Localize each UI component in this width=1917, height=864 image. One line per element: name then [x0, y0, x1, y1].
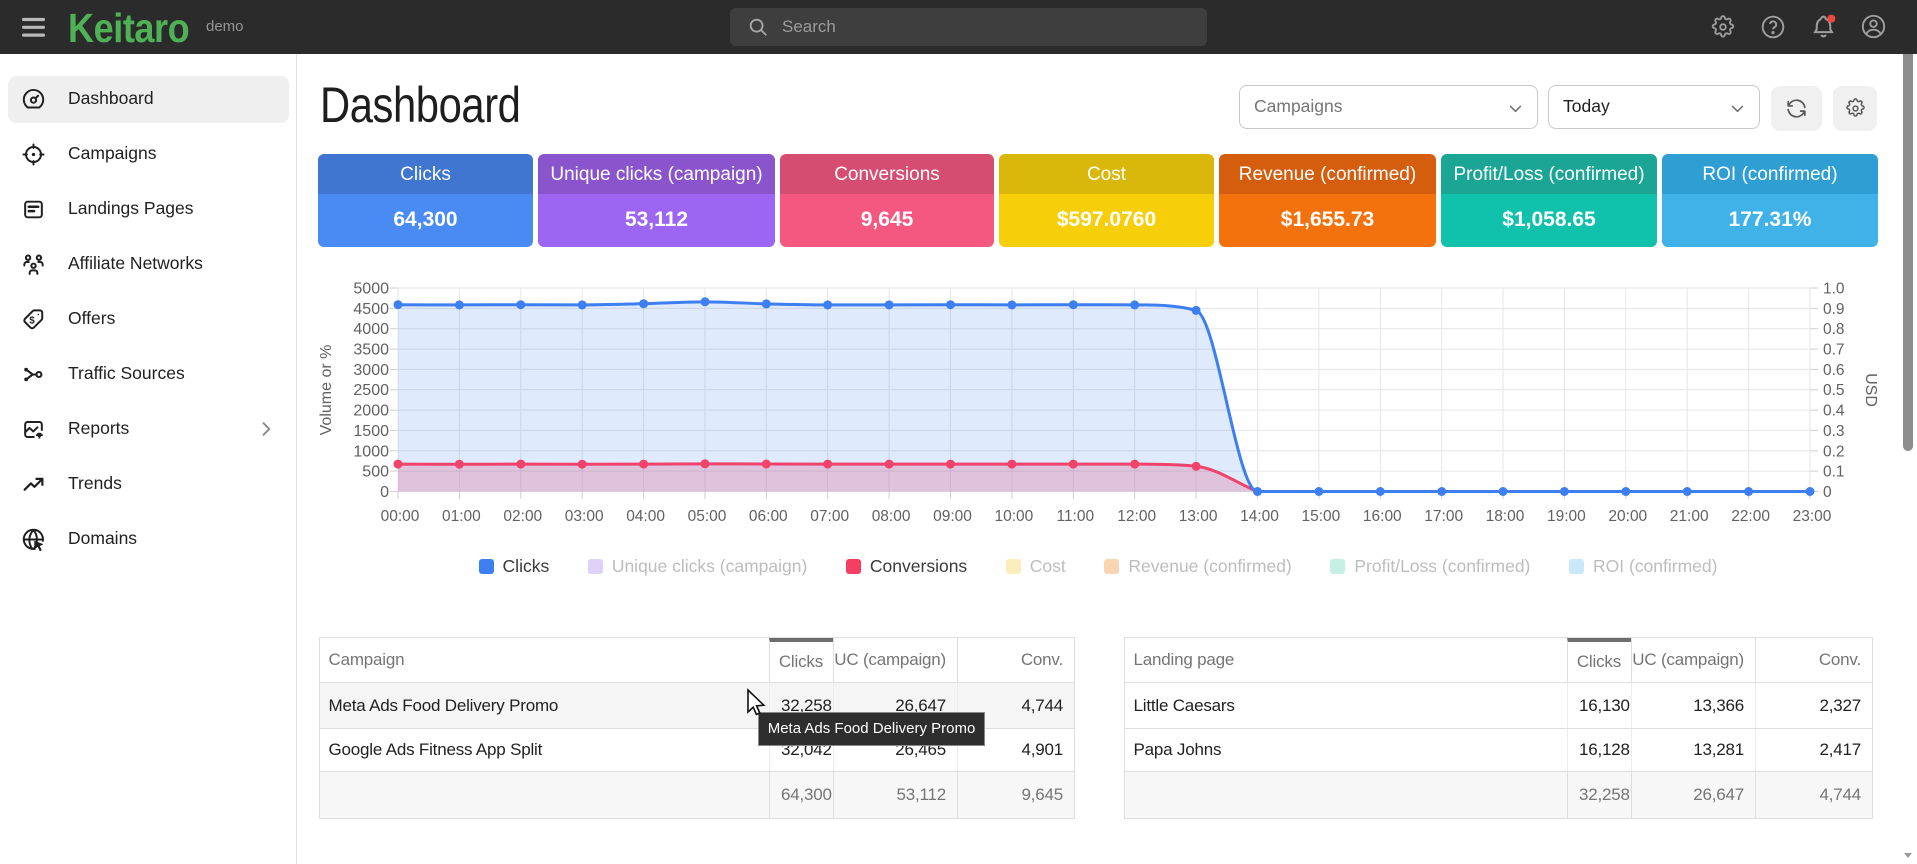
svg-text:0.8: 0.8 — [1823, 321, 1845, 338]
svg-text:1.0: 1.0 — [1823, 281, 1845, 298]
svg-text:500: 500 — [362, 464, 389, 481]
svg-text:19:00: 19:00 — [1547, 508, 1586, 525]
svg-text:2500: 2500 — [353, 382, 389, 399]
svg-text:14:00: 14:00 — [1240, 508, 1279, 525]
svg-text:3000: 3000 — [353, 362, 389, 379]
svg-text:0: 0 — [1823, 484, 1832, 501]
svg-text:0.6: 0.6 — [1823, 362, 1845, 379]
svg-text:3500: 3500 — [353, 342, 389, 359]
svg-text:05:00: 05:00 — [688, 508, 727, 525]
svg-text:2000: 2000 — [353, 403, 389, 420]
svg-text:Volume or %: Volume or % — [318, 345, 335, 436]
svg-text:09:00: 09:00 — [933, 508, 972, 525]
svg-text:17:00: 17:00 — [1424, 508, 1463, 525]
svg-text:21:00: 21:00 — [1670, 508, 1709, 525]
svg-text:0.7: 0.7 — [1823, 342, 1845, 359]
svg-text:01:00: 01:00 — [442, 508, 481, 525]
svg-text:00:00: 00:00 — [381, 508, 420, 525]
svg-text:13:00: 13:00 — [1179, 508, 1218, 525]
svg-text:23:00: 23:00 — [1793, 508, 1832, 525]
svg-text:03:00: 03:00 — [565, 508, 604, 525]
svg-text:20:00: 20:00 — [1608, 508, 1647, 525]
svg-text:12:00: 12:00 — [1117, 508, 1156, 525]
svg-text:4000: 4000 — [353, 321, 389, 338]
svg-text:USD: USD — [1862, 373, 1879, 407]
svg-text:10:00: 10:00 — [995, 508, 1034, 525]
svg-text:0.4: 0.4 — [1823, 403, 1845, 420]
svg-text:4500: 4500 — [353, 301, 389, 318]
svg-text:02:00: 02:00 — [503, 508, 542, 525]
svg-text:16:00: 16:00 — [1363, 508, 1402, 525]
svg-text:08:00: 08:00 — [872, 508, 911, 525]
svg-text:0: 0 — [380, 484, 389, 501]
svg-text:0.3: 0.3 — [1823, 423, 1845, 440]
svg-text:0.9: 0.9 — [1823, 301, 1845, 318]
svg-text:04:00: 04:00 — [626, 508, 665, 525]
svg-text:15:00: 15:00 — [1302, 508, 1341, 525]
svg-text:1500: 1500 — [353, 423, 389, 440]
svg-text:1000: 1000 — [353, 443, 389, 460]
svg-text:11:00: 11:00 — [1056, 508, 1094, 525]
svg-text:22:00: 22:00 — [1731, 508, 1770, 525]
svg-text:0.5: 0.5 — [1823, 382, 1845, 399]
svg-text:06:00: 06:00 — [749, 508, 788, 525]
svg-text:0.1: 0.1 — [1823, 464, 1845, 481]
svg-text:5000: 5000 — [353, 281, 389, 298]
svg-text:07:00: 07:00 — [810, 508, 849, 525]
svg-text:0.2: 0.2 — [1823, 443, 1845, 460]
svg-text:18:00: 18:00 — [1486, 508, 1525, 525]
